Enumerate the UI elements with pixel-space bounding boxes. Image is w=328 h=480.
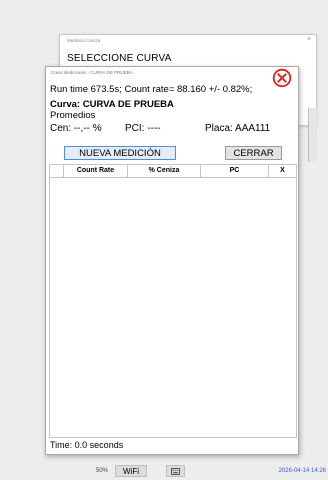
promedios-label: Promedios	[50, 110, 96, 121]
bottom-status-bar: 50% WiFi 2026-04-14 14:26	[0, 465, 328, 480]
background-window-title: Medición Ceniza	[67, 38, 101, 43]
nueva-medicion-button[interactable]: NUEVA MEDICIÓN	[64, 146, 176, 160]
measurements-table[interactable]: Count Rate % Ceniza PC X	[49, 164, 297, 438]
keyboard-button[interactable]	[166, 465, 185, 477]
runtime-status-text: Run time 673.5s; Count rate= 88.160 +/- …	[50, 84, 253, 95]
table-header-ceniza[interactable]: % Ceniza	[128, 165, 201, 177]
pci-value: PCI: ----	[125, 123, 161, 134]
background-window-titlebar: Medición Ceniza ×	[60, 35, 316, 47]
table-header-count-rate[interactable]: Count Rate	[64, 165, 128, 177]
seleccione-curva-heading: SELECCIONE CURVA	[67, 53, 172, 64]
background-window-side-strip	[308, 108, 317, 162]
cen-value: Cen: --,-- %	[50, 123, 102, 134]
table-header-select[interactable]	[50, 165, 64, 177]
red-circle-x-icon[interactable]	[272, 68, 292, 88]
placa-value: Placa: AAA111	[205, 123, 271, 134]
datetime-display: 2026-04-14 14:26	[278, 468, 326, 474]
main-window-title: Crear Mediciones - CURVA DE PRUEBA	[51, 70, 133, 75]
background-window-close-button[interactable]: ×	[307, 36, 311, 43]
elapsed-time-text: Time: 0.0 seconds	[50, 440, 124, 450]
averages-row: Cen: --,-- % PCI: ---- Placa: AAA111	[50, 123, 296, 137]
wifi-button[interactable]: WiFi	[115, 465, 147, 477]
crear-mediciones-window: Crear Mediciones - CURVA DE PRUEBA Run t…	[45, 66, 299, 455]
table-header-row: Count Rate % Ceniza PC X	[50, 165, 296, 178]
cerrar-button[interactable]: CERRAR	[225, 146, 282, 160]
keyboard-icon	[171, 468, 180, 475]
zoom-level: 50%	[96, 468, 109, 474]
table-header-delete[interactable]: X	[269, 165, 296, 177]
curva-label: Curva: CURVA DE PRUEBA	[50, 99, 174, 110]
table-header-pc[interactable]: PC	[201, 165, 269, 177]
main-window-titlebar: Crear Mediciones - CURVA DE PRUEBA	[46, 67, 298, 77]
